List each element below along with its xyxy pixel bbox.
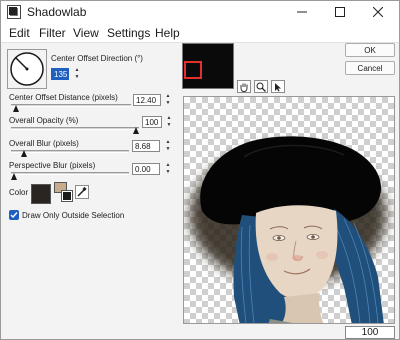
title-bar[interactable]: Shadowlab [1,1,399,23]
menu-help[interactable]: Help [155,26,180,40]
color-picker-button[interactable] [75,185,89,199]
ok-button[interactable]: OK [345,43,395,57]
hand-tool-button[interactable] [237,80,251,93]
color-swatch-black[interactable] [63,192,71,200]
menu-filter[interactable]: Filter [39,26,66,40]
perspective-slider[interactable] [11,172,129,175]
perspective-label: Perspective Blur (pixels) [9,161,96,170]
navigator-thumbnail[interactable] [182,43,234,89]
distance-spinner[interactable]: ▲ ▼ [164,94,172,106]
close-icon [373,7,383,17]
pointer-tool-button[interactable] [271,80,285,93]
opacity-input[interactable]: 100 [142,116,162,128]
direction-label: Center Offset Direction (°) [51,54,143,63]
direction-input[interactable]: 135 [51,68,69,80]
distance-slider[interactable] [11,104,131,107]
perspective-input[interactable]: 0.00 [132,163,160,175]
opacity-slider[interactable] [11,127,139,130]
distance-slider-thumb[interactable] [13,105,19,112]
dropper-icon [77,187,87,197]
blur-label: Overall Blur (pixels) [9,139,79,148]
preview-canvas[interactable] [183,96,395,324]
direction-spinner[interactable]: ▲ ▼ [73,68,81,80]
draw-outside-label: Draw Only Outside Selection [22,211,125,220]
preview-image [190,136,386,323]
check-icon [10,212,18,219]
opacity-label: Overall Opacity (%) [9,116,79,125]
pointer-icon [275,82,281,91]
menu-settings[interactable]: Settings [107,26,150,40]
hand-icon [240,83,248,92]
window-title: Shadowlab [27,5,87,19]
app-icon [7,5,21,19]
blur-spinner[interactable]: ▲ ▼ [164,140,172,152]
perspective-slider-thumb[interactable] [11,173,17,180]
maximize-button[interactable] [321,1,359,23]
close-button[interactable] [359,1,397,23]
zoom-input[interactable]: 100 [345,326,395,339]
minimize-icon [297,11,307,13]
menu-edit[interactable]: Edit [9,26,30,40]
opacity-spinner[interactable]: ▲ ▼ [165,116,173,128]
zoom-tool-button[interactable] [254,80,268,93]
minimize-button[interactable] [283,1,321,23]
cancel-button[interactable]: Cancel [345,61,395,75]
blur-slider-thumb[interactable] [21,150,27,157]
color-label: Color [9,188,29,197]
distance-input[interactable]: 12.40 [133,94,161,106]
navigator-view-frame[interactable] [184,61,202,79]
opacity-slider-thumb[interactable] [133,127,139,134]
draw-outside-checkbox[interactable] [9,210,19,220]
menu-bar: Edit Filter View Settings Help [1,23,399,43]
color-swatch-primary[interactable] [31,184,51,204]
direction-dial[interactable] [7,49,47,89]
zoom-icon [256,82,266,92]
dialog-window: Shadowlab Edit Filter View Settings Help… [0,0,400,340]
blur-input[interactable]: 8.68 [132,140,160,152]
menu-view[interactable]: View [73,26,99,40]
distance-label: Center Offset Distance (pixels) [9,93,118,102]
perspective-spinner[interactable]: ▲ ▼ [164,163,172,175]
maximize-icon [335,7,345,17]
blur-slider[interactable] [11,150,129,153]
